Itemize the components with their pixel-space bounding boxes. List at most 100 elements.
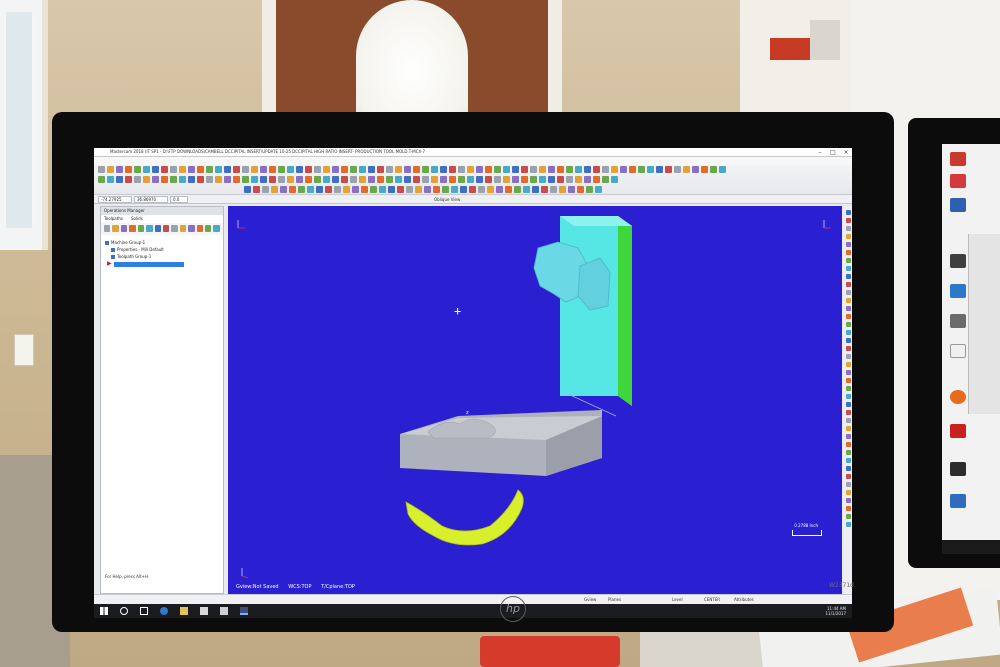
ops-tool-button[interactable] [188,225,195,232]
toolbar-button[interactable] [559,186,566,193]
toolbar-button[interactable] [242,166,249,173]
toolbar-button[interactable] [107,176,114,183]
toolbar-button[interactable] [404,176,411,183]
toolbar-button[interactable] [260,166,267,173]
toolbar-button[interactable] [424,186,431,193]
planes-button[interactable]: Planes [608,597,621,602]
toolbar-button[interactable] [287,166,294,173]
tree-item-properties[interactable]: Properties - Mill Default [105,246,219,253]
right-tool-button[interactable] [845,426,851,431]
toolbar-button[interactable] [665,166,672,173]
toolbar-button[interactable] [521,176,528,183]
right-tool-button[interactable] [845,450,851,455]
right-tool-button[interactable] [845,250,851,255]
edge-icon[interactable] [160,607,168,615]
right-tool-button[interactable] [845,394,851,399]
toolbar-button[interactable] [638,166,645,173]
toolbar-button[interactable] [575,166,582,173]
right-tool-button[interactable] [845,474,851,479]
toolbar-button[interactable] [278,166,285,173]
toolbar-button[interactable] [251,176,258,183]
toolbar-button[interactable] [280,186,287,193]
x-coord-field[interactable]: -74.27925 [98,196,132,203]
toolbar-button[interactable] [460,186,467,193]
toolbar-button[interactable] [469,186,476,193]
toolbar-button[interactable] [503,166,510,173]
tree-item-toolpath-group[interactable]: Toolpath Group-1 [105,253,219,260]
toolbar-button[interactable] [647,166,654,173]
toolbar-button[interactable] [620,166,627,173]
toolbar-button[interactable] [467,176,474,183]
toolbar-button[interactable] [343,186,350,193]
toolbar-button[interactable] [116,176,123,183]
maximize-button[interactable]: □ [827,148,839,157]
right-tool-button[interactable] [845,290,851,295]
toolbar-button[interactable] [449,166,456,173]
toolbar-button[interactable] [233,176,240,183]
toolbar-button[interactable] [577,186,584,193]
toolbar-button[interactable] [386,176,393,183]
right-tool-button[interactable] [845,514,851,519]
toolbar-button[interactable] [215,176,222,183]
toolbar-button[interactable] [379,186,386,193]
ops-tool-button[interactable] [179,225,187,232]
toolbar-button[interactable] [370,186,377,193]
right-tool-button[interactable] [845,218,851,223]
toolbar-button[interactable] [386,166,393,173]
toolbar-button[interactable] [296,166,303,173]
insert-arrow-row[interactable]: ▶ [105,260,219,267]
minimize-button[interactable]: – [814,148,826,157]
toolbar-button[interactable] [431,176,438,183]
toolbar-button[interactable] [593,176,600,183]
toolbar-button[interactable] [269,166,276,173]
right-tool-button[interactable] [845,210,851,215]
toolbar-button[interactable] [197,176,204,183]
toolbar-button[interactable] [143,166,150,173]
toolbar-button[interactable] [278,176,285,183]
toolbar-button[interactable] [611,176,618,183]
toolbar-button[interactable] [593,166,600,173]
toolbar-button[interactable] [683,166,690,173]
toolbar-button[interactable] [404,166,411,173]
toolbar-button[interactable] [260,176,267,183]
z-coord-field[interactable]: 0.0 [170,196,188,203]
ops-tool-button[interactable] [129,225,136,232]
toolbar-button[interactable] [413,176,420,183]
level-button[interactable]: Level [672,597,683,602]
tab-solids[interactable]: Solids [131,215,143,223]
right-tool-button[interactable] [845,274,851,279]
ops-tool-button[interactable] [213,225,220,232]
toolbar-button[interactable] [530,166,537,173]
toolbar-button[interactable] [521,166,528,173]
toolbar-button[interactable] [179,166,186,173]
right-tool-button[interactable] [845,234,851,239]
ops-tool-button[interactable] [196,225,204,232]
toolbar-button[interactable] [422,166,429,173]
gview-button[interactable]: Gview [584,597,596,602]
ops-tool-button[interactable] [137,225,145,232]
toolbar-button[interactable] [298,186,305,193]
toolbar-button[interactable] [350,176,357,183]
toolbar-button[interactable] [478,186,485,193]
toolbar-button[interactable] [170,166,177,173]
toolbar-button[interactable] [611,166,618,173]
toolbar-button[interactable] [548,176,555,183]
toolbar-button[interactable] [269,176,276,183]
toolbar-button[interactable] [485,176,492,183]
mail-icon[interactable] [220,607,228,615]
toolbar-button[interactable] [413,166,420,173]
toolbar-button[interactable] [496,186,503,193]
toolbar-button[interactable] [514,186,521,193]
toolbar-button[interactable] [332,176,339,183]
toolbar-button[interactable] [188,166,195,173]
ops-tool-button[interactable] [205,225,212,232]
toolbar-button[interactable] [377,176,384,183]
toolbar-button[interactable] [143,176,150,183]
graphics-viewport[interactable]: z + 0.2788 Inch Gview:Not Saved WCS:TOP … [228,206,842,594]
toolbar-button[interactable] [422,176,429,183]
right-tool-button[interactable] [845,386,851,391]
right-tool-button[interactable] [845,338,851,343]
toolbar-button[interactable] [586,186,593,193]
right-tool-button[interactable] [845,266,851,271]
toolbar-button[interactable] [701,166,708,173]
